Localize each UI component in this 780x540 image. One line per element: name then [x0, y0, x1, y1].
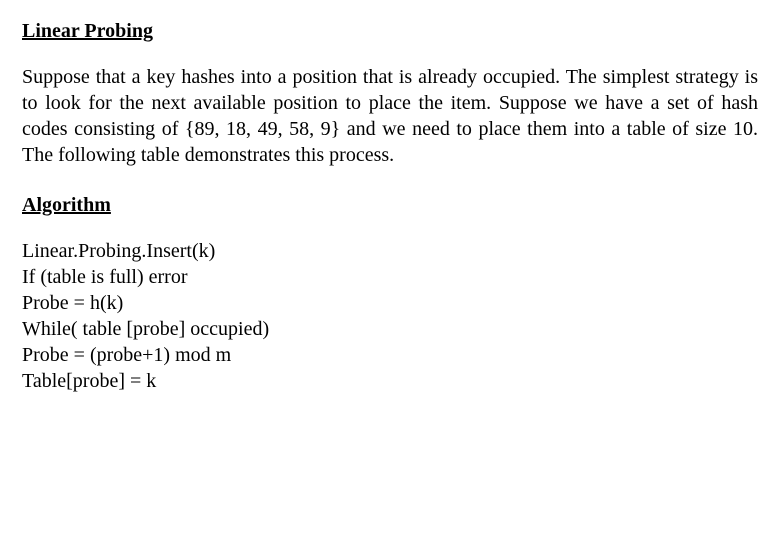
heading-linear-probing: Linear Probing: [22, 18, 758, 44]
code-line: If (table is full) error: [22, 264, 758, 290]
algorithm-code: Linear.Probing.Insert(k) If (table is fu…: [22, 238, 758, 394]
code-line: Table[probe] = k: [22, 368, 758, 394]
code-line: Probe = h(k): [22, 290, 758, 316]
code-line: Linear.Probing.Insert(k): [22, 238, 758, 264]
intro-paragraph: Suppose that a key hashes into a positio…: [22, 64, 758, 168]
code-line: Probe = (probe+1) mod m: [22, 342, 758, 368]
code-line: While( table [probe] occupied): [22, 316, 758, 342]
heading-algorithm: Algorithm: [22, 192, 758, 218]
